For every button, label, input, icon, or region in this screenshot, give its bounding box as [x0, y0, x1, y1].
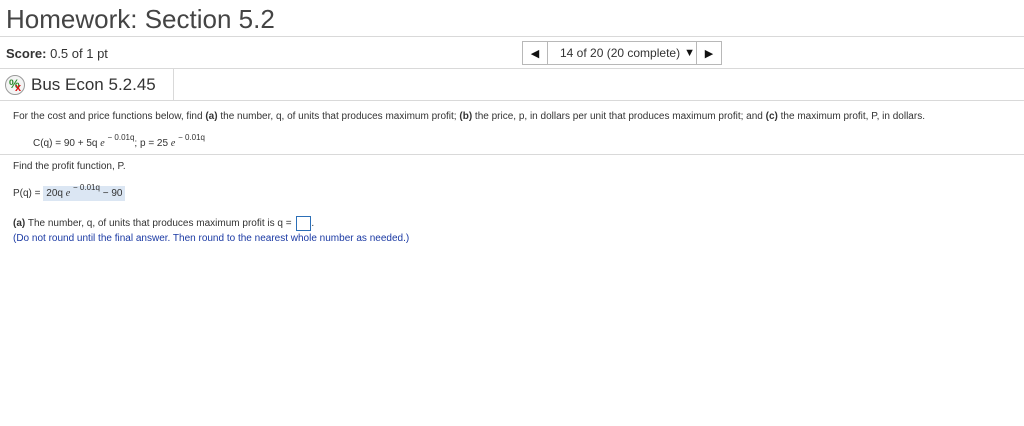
q-answer-input[interactable]	[296, 216, 312, 231]
exponent: − 0.01q	[73, 183, 100, 192]
profit-lhs: P(q) =	[13, 188, 44, 199]
page-title: Homework: Section 5.2	[6, 4, 275, 34]
triangle-right-icon: ▶	[704, 47, 714, 60]
profit-answer-highlight: 20q e − 0.01q − 90	[43, 183, 126, 201]
profit-coefficient: 20q	[46, 188, 63, 199]
prompt-text: the maximum profit, P, in dollars.	[777, 111, 925, 122]
euler-e: e	[170, 138, 176, 149]
triangle-left-icon: ◀	[530, 47, 540, 60]
question-name: Bus Econ 5.2.45	[31, 74, 156, 94]
question-navigator: ◀ 14 of 20 (20 complete) ▼ ▶	[522, 41, 722, 65]
part-a-label: (a)	[13, 218, 26, 230]
triangle-down-icon: ▼	[684, 47, 695, 59]
question-select[interactable]: 14 of 20 (20 complete) ▼	[548, 41, 696, 65]
euler-e: e	[65, 188, 71, 199]
question-prompt: For the cost and price functions below, …	[13, 111, 925, 122]
partial-credit-icon: % x	[5, 74, 25, 95]
prompt-part-a-label: (a)	[205, 111, 218, 122]
score-label: Score:	[6, 46, 47, 61]
part-a-text: The number, q, of units that produces ma…	[25, 218, 295, 230]
previous-question-button[interactable]: ◀	[522, 41, 548, 65]
prompt-text: the price, p, in dollars per unit that p…	[472, 111, 766, 122]
exponent: − 0.01q	[178, 133, 205, 142]
prompt-part-b-label: (b)	[459, 111, 473, 122]
next-question-button[interactable]: ▶	[696, 41, 722, 65]
exponent: − 0.01q	[107, 133, 135, 142]
cost-price-formula: C(q) = 90 + 5q e − 0.01q; p = 25 e − 0.0…	[33, 133, 205, 149]
divider	[0, 36, 1024, 37]
profit-constant: − 90	[99, 188, 123, 199]
euler-e: e	[100, 138, 105, 149]
cost-function: C(q) = 90 + 5q	[33, 138, 98, 149]
part-a-question: (a) The number, q, of units that produce…	[13, 216, 314, 231]
prompt-text: For the cost and price functions below, …	[13, 111, 206, 122]
question-tab: % x Bus Econ 5.2.45	[0, 69, 174, 100]
score-value: 0.5 of 1 pt	[50, 46, 108, 61]
prompt-part-c-label: (c)	[765, 111, 778, 122]
profit-function-answer: P(q) = 20q e − 0.01q − 90	[13, 183, 126, 201]
prompt-text: the number, q, of units that produces ma…	[217, 111, 460, 122]
find-profit-instruction: Find the profit function, P.	[13, 161, 126, 172]
divider	[0, 100, 1024, 101]
part-a-period: .	[311, 218, 315, 230]
divider	[0, 154, 1024, 155]
price-function: ; p = 25	[134, 138, 169, 149]
rounding-hint: (Do not round until the final answer. Th…	[13, 233, 410, 244]
question-position: 14 of 20 (20 complete)	[560, 46, 681, 60]
score: Score: 0.5 of 1 pt	[6, 46, 108, 61]
